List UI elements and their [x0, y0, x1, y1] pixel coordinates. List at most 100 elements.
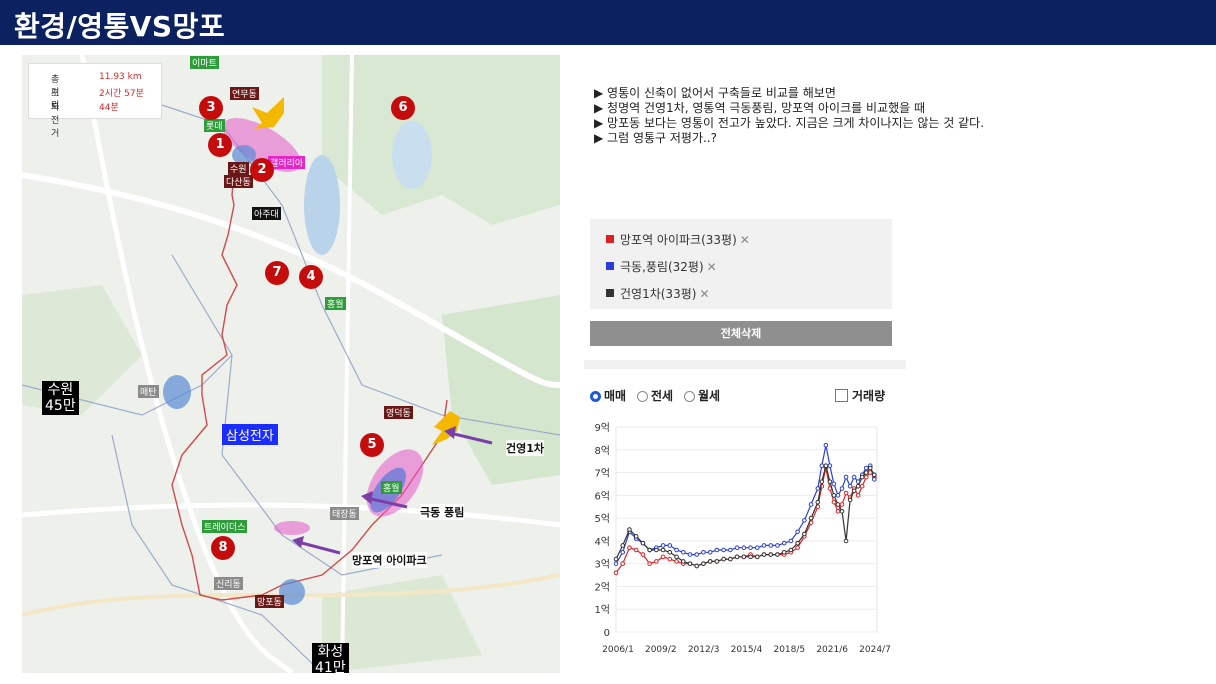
radio-jeonse[interactable]: 전세 — [637, 387, 673, 404]
data-point — [633, 534, 639, 539]
data-point — [781, 549, 787, 555]
comparison-legend: 망포역 아이파크(33평) ✕ 극동,풍림(32평) ✕ 건영1차(33평) ✕ — [590, 219, 892, 309]
data-point — [674, 559, 679, 564]
data-point — [831, 481, 837, 487]
y-tick-label: 4억 — [594, 536, 610, 548]
place-label: 신리동 — [214, 577, 243, 590]
data-point — [754, 545, 760, 551]
clear-all-button[interactable]: 전체삭제 — [590, 321, 892, 346]
data-point — [667, 556, 673, 562]
data-point — [674, 554, 679, 560]
data-point — [843, 490, 849, 496]
x-tick-label: 2024/7 — [859, 645, 891, 655]
data-point — [674, 547, 679, 553]
data-point — [734, 545, 740, 551]
radio-icon — [637, 391, 648, 402]
data-point — [843, 538, 849, 544]
legend-item-geukdong[interactable]: 극동,풍림(32평) ✕ — [606, 258, 717, 275]
legend-item-gunyoung[interactable]: 건영1차(33평) ✕ — [606, 285, 710, 302]
data-point — [847, 483, 853, 489]
place-label: 아주대 — [252, 207, 281, 220]
y-tick-label: 2억 — [594, 581, 610, 593]
data-point — [859, 483, 865, 489]
volume-checkbox[interactable]: 거래량 — [835, 387, 885, 404]
notes-list: ▶ 영통이 신축이 없어서 구축들로 비교를 해보면 ▶ 청명역 건영1차, 영… — [594, 86, 984, 146]
close-icon[interactable]: ✕ — [740, 233, 750, 247]
place-label: 영덕동 — [384, 406, 413, 419]
marker-4[interactable]: 4 — [299, 265, 323, 289]
data-point — [728, 556, 733, 562]
data-point — [795, 545, 800, 551]
data-point — [748, 554, 753, 560]
data-point — [680, 559, 686, 564]
data-point — [761, 552, 767, 557]
marker-5[interactable]: 5 — [360, 433, 384, 457]
price-chart[interactable]: 9억 8억 7억 6억 5억 4억 3억 2억 1억 0 2006/1 2009/2 2012/3 201… — [584, 415, 894, 665]
data-point — [839, 486, 845, 491]
data-point — [640, 552, 646, 557]
data-point — [748, 545, 753, 551]
data-point — [734, 554, 740, 560]
legend-item-mangpo[interactable]: 망포역 아이파크(33평) ✕ — [606, 231, 750, 248]
marker-6[interactable]: 6 — [391, 96, 415, 120]
x-tick-label: 2018/5 — [773, 645, 805, 655]
data-point — [802, 531, 807, 537]
data-point — [620, 549, 626, 555]
note-line: ▶ 망포동 보다는 영통이 전고가 높았다. 지금은 크게 차이나지는 않는 것… — [594, 116, 985, 130]
data-point — [660, 543, 666, 548]
data-point — [647, 561, 652, 566]
data-point — [847, 497, 853, 503]
close-icon[interactable]: ✕ — [699, 287, 709, 301]
data-point — [728, 547, 733, 553]
y-tick-label: 5억 — [594, 513, 610, 525]
callout-mangpo-ipark: 망포역 아이파크 — [352, 552, 427, 568]
data-point — [654, 547, 659, 553]
callout-gunyoung: 건영1차 — [506, 440, 545, 456]
y-tick-label: 9억 — [594, 422, 610, 434]
data-point — [707, 549, 713, 555]
note-line: ▶ 영통이 신축이 없어서 구축들로 비교를 해보면 — [594, 86, 836, 100]
close-icon[interactable]: ✕ — [707, 260, 717, 274]
data-point — [823, 442, 829, 448]
data-point — [788, 538, 794, 544]
place-label: 이마트 — [190, 56, 219, 69]
data-point — [721, 556, 726, 562]
data-point — [815, 486, 821, 491]
data-point — [654, 559, 659, 564]
data-point — [701, 561, 706, 566]
marker-1[interactable]: 1 — [208, 133, 232, 157]
marker-7[interactable]: 7 — [265, 261, 289, 285]
data-point — [831, 499, 837, 505]
radio-sale[interactable]: 매매 — [590, 387, 626, 404]
map-panel[interactable]: 총거리 11.93 km 도보 2시간 57분 자전거 44분 이마트 연무동 … — [22, 55, 560, 673]
data-point — [839, 502, 845, 507]
data-point — [808, 502, 814, 507]
data-point — [620, 561, 626, 566]
radio-icon — [684, 391, 695, 402]
data-point — [867, 465, 873, 471]
data-point — [835, 502, 841, 507]
data-point — [863, 474, 869, 480]
data-point — [775, 543, 780, 548]
data-point — [835, 493, 841, 498]
data-point — [795, 540, 800, 546]
data-point — [613, 570, 619, 576]
data-point — [872, 477, 877, 482]
data-point — [687, 561, 693, 566]
data-point — [855, 493, 861, 498]
data-point — [627, 527, 632, 532]
data-point — [694, 552, 700, 557]
data-point — [823, 463, 829, 469]
marker-8[interactable]: 8 — [211, 536, 235, 560]
x-tick-label: 2015/4 — [731, 645, 763, 655]
data-point — [687, 552, 693, 557]
data-point — [714, 547, 720, 553]
black-square-icon — [606, 289, 614, 297]
marker-2[interactable]: 2 — [250, 158, 274, 182]
data-point — [613, 556, 619, 562]
data-point — [714, 559, 720, 564]
radio-wolse[interactable]: 월세 — [684, 387, 720, 404]
marker-3[interactable]: 3 — [199, 96, 223, 120]
data-point — [701, 549, 706, 555]
data-point — [851, 488, 857, 494]
